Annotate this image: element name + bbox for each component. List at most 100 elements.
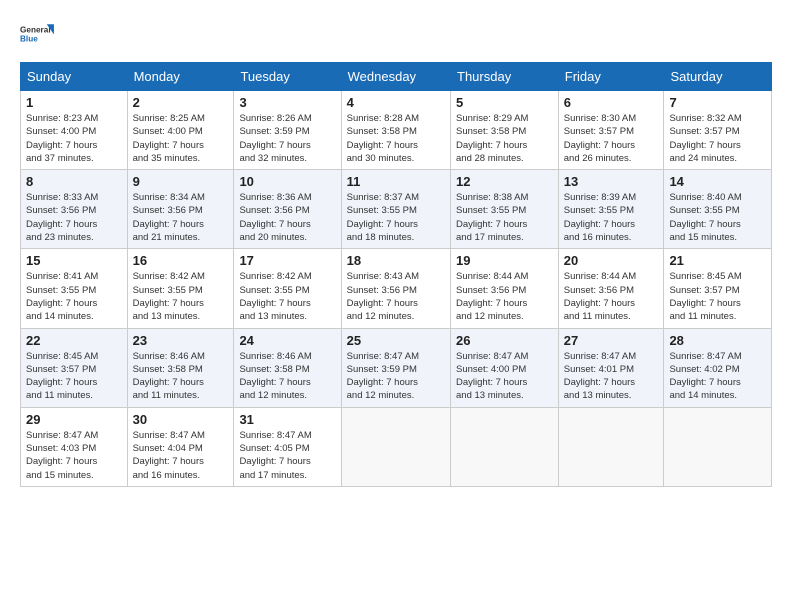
day-info: Sunrise: 8:47 AM Sunset: 4:01 PM Dayligh… (564, 350, 659, 403)
day-number: 29 (26, 412, 122, 427)
day-info: Sunrise: 8:29 AM Sunset: 3:58 PM Dayligh… (456, 112, 553, 165)
calendar-table: SundayMondayTuesdayWednesdayThursdayFrid… (20, 62, 772, 487)
calendar-cell: 24 Sunrise: 8:46 AM Sunset: 3:58 PM Dayli… (234, 328, 341, 407)
day-number: 26 (456, 333, 553, 348)
day-info: Sunrise: 8:28 AM Sunset: 3:58 PM Dayligh… (347, 112, 445, 165)
day-number: 2 (133, 95, 229, 110)
calendar-cell: 14 Sunrise: 8:40 AM Sunset: 3:55 PM Dayli… (664, 170, 772, 249)
day-number: 22 (26, 333, 122, 348)
day-number: 9 (133, 174, 229, 189)
day-info: Sunrise: 8:47 AM Sunset: 4:05 PM Dayligh… (239, 429, 335, 482)
day-info: Sunrise: 8:44 AM Sunset: 3:56 PM Dayligh… (564, 270, 659, 323)
day-info: Sunrise: 8:37 AM Sunset: 3:55 PM Dayligh… (347, 191, 445, 244)
day-number: 21 (669, 253, 766, 268)
day-info: Sunrise: 8:40 AM Sunset: 3:55 PM Dayligh… (669, 191, 766, 244)
calendar-cell: 15 Sunrise: 8:41 AM Sunset: 3:55 PM Dayli… (21, 249, 128, 328)
day-info: Sunrise: 8:45 AM Sunset: 3:57 PM Dayligh… (669, 270, 766, 323)
calendar-cell: 2 Sunrise: 8:25 AM Sunset: 4:00 PM Daylig… (127, 91, 234, 170)
calendar-cell (664, 407, 772, 486)
header: GeneralBlue (20, 16, 772, 52)
day-info: Sunrise: 8:36 AM Sunset: 3:56 PM Dayligh… (239, 191, 335, 244)
day-number: 24 (239, 333, 335, 348)
calendar-dow-monday: Monday (127, 63, 234, 91)
calendar-cell: 22 Sunrise: 8:45 AM Sunset: 3:57 PM Dayli… (21, 328, 128, 407)
day-number: 27 (564, 333, 659, 348)
day-number: 17 (239, 253, 335, 268)
day-number: 19 (456, 253, 553, 268)
logo-icon: GeneralBlue (20, 16, 56, 52)
day-info: Sunrise: 8:38 AM Sunset: 3:55 PM Dayligh… (456, 191, 553, 244)
calendar-cell: 9Sunrise: 8:34 AM Sunset: 3:56 PM Daylig… (127, 170, 234, 249)
calendar-dow-friday: Friday (558, 63, 664, 91)
day-info: Sunrise: 8:46 AM Sunset: 3:58 PM Dayligh… (133, 350, 229, 403)
logo: GeneralBlue (20, 16, 56, 52)
calendar-cell: 18Sunrise: 8:43 AM Sunset: 3:56 PM Dayli… (341, 249, 450, 328)
day-number: 28 (669, 333, 766, 348)
calendar-cell: 6Sunrise: 8:30 AM Sunset: 3:57 PM Daylig… (558, 91, 664, 170)
day-number: 31 (239, 412, 335, 427)
calendar-cell: 27 Sunrise: 8:47 AM Sunset: 4:01 PM Dayli… (558, 328, 664, 407)
day-number: 15 (26, 253, 122, 268)
calendar-cell (558, 407, 664, 486)
day-number: 18 (347, 253, 445, 268)
svg-text:General: General (20, 25, 51, 34)
calendar-cell: 5 Sunrise: 8:29 AM Sunset: 3:58 PM Daylig… (451, 91, 559, 170)
day-number: 5 (456, 95, 553, 110)
day-number: 3 (239, 95, 335, 110)
day-number: 8 (26, 174, 122, 189)
day-info: Sunrise: 8:32 AM Sunset: 3:57 PM Dayligh… (669, 112, 766, 165)
day-number: 6 (564, 95, 659, 110)
page: GeneralBlue SundayMondayTuesdayWednesday… (0, 0, 792, 612)
calendar-cell: 19Sunrise: 8:44 AM Sunset: 3:56 PM Dayli… (451, 249, 559, 328)
day-info: Sunrise: 8:47 AM Sunset: 4:03 PM Dayligh… (26, 429, 122, 482)
calendar-week-2: 8 Sunrise: 8:33 AM Sunset: 3:56 PM Daylig… (21, 170, 772, 249)
day-info: Sunrise: 8:42 AM Sunset: 3:55 PM Dayligh… (133, 270, 229, 323)
calendar-week-5: 29 Sunrise: 8:47 AM Sunset: 4:03 PM Dayli… (21, 407, 772, 486)
day-number: 10 (239, 174, 335, 189)
calendar-week-3: 15 Sunrise: 8:41 AM Sunset: 3:55 PM Dayli… (21, 249, 772, 328)
calendar-dow-thursday: Thursday (451, 63, 559, 91)
day-info: Sunrise: 8:41 AM Sunset: 3:55 PM Dayligh… (26, 270, 122, 323)
calendar-cell: 12Sunrise: 8:38 AM Sunset: 3:55 PM Dayli… (451, 170, 559, 249)
day-number: 16 (133, 253, 229, 268)
day-number: 4 (347, 95, 445, 110)
calendar-cell: 23 Sunrise: 8:46 AM Sunset: 3:58 PM Dayli… (127, 328, 234, 407)
day-number: 30 (133, 412, 229, 427)
day-info: Sunrise: 8:47 AM Sunset: 4:00 PM Dayligh… (456, 350, 553, 403)
day-number: 25 (347, 333, 445, 348)
day-number: 11 (347, 174, 445, 189)
day-info: Sunrise: 8:39 AM Sunset: 3:55 PM Dayligh… (564, 191, 659, 244)
calendar-cell: 31 Sunrise: 8:47 AM Sunset: 4:05 PM Dayli… (234, 407, 341, 486)
calendar-dow-saturday: Saturday (664, 63, 772, 91)
calendar-header-row: SundayMondayTuesdayWednesdayThursdayFrid… (21, 63, 772, 91)
calendar-dow-sunday: Sunday (21, 63, 128, 91)
calendar-cell: 20 Sunrise: 8:44 AM Sunset: 3:56 PM Dayli… (558, 249, 664, 328)
calendar-week-1: 1Sunrise: 8:23 AM Sunset: 4:00 PM Daylig… (21, 91, 772, 170)
day-info: Sunrise: 8:25 AM Sunset: 4:00 PM Dayligh… (133, 112, 229, 165)
calendar-cell: 10 Sunrise: 8:36 AM Sunset: 3:56 PM Dayli… (234, 170, 341, 249)
day-number: 14 (669, 174, 766, 189)
day-info: Sunrise: 8:46 AM Sunset: 3:58 PM Dayligh… (239, 350, 335, 403)
calendar-cell: 11 Sunrise: 8:37 AM Sunset: 3:55 PM Dayli… (341, 170, 450, 249)
calendar-cell (451, 407, 559, 486)
day-info: Sunrise: 8:33 AM Sunset: 3:56 PM Dayligh… (26, 191, 122, 244)
calendar-cell: 7Sunrise: 8:32 AM Sunset: 3:57 PM Daylig… (664, 91, 772, 170)
calendar-cell: 3Sunrise: 8:26 AM Sunset: 3:59 PM Daylig… (234, 91, 341, 170)
day-info: Sunrise: 8:47 AM Sunset: 3:59 PM Dayligh… (347, 350, 445, 403)
calendar-cell (341, 407, 450, 486)
day-info: Sunrise: 8:45 AM Sunset: 3:57 PM Dayligh… (26, 350, 122, 403)
calendar-cell: 16 Sunrise: 8:42 AM Sunset: 3:55 PM Dayli… (127, 249, 234, 328)
day-info: Sunrise: 8:23 AM Sunset: 4:00 PM Dayligh… (26, 112, 122, 165)
day-info: Sunrise: 8:47 AM Sunset: 4:04 PM Dayligh… (133, 429, 229, 482)
calendar-dow-wednesday: Wednesday (341, 63, 450, 91)
day-number: 23 (133, 333, 229, 348)
day-number: 20 (564, 253, 659, 268)
calendar-cell: 17Sunrise: 8:42 AM Sunset: 3:55 PM Dayli… (234, 249, 341, 328)
calendar-cell: 25 Sunrise: 8:47 AM Sunset: 3:59 PM Dayli… (341, 328, 450, 407)
calendar-cell: 4 Sunrise: 8:28 AM Sunset: 3:58 PM Daylig… (341, 91, 450, 170)
calendar-cell: 1Sunrise: 8:23 AM Sunset: 4:00 PM Daylig… (21, 91, 128, 170)
calendar-cell: 29 Sunrise: 8:47 AM Sunset: 4:03 PM Dayli… (21, 407, 128, 486)
calendar-cell: 21 Sunrise: 8:45 AM Sunset: 3:57 PM Dayli… (664, 249, 772, 328)
day-info: Sunrise: 8:47 AM Sunset: 4:02 PM Dayligh… (669, 350, 766, 403)
calendar-cell: 26 Sunrise: 8:47 AM Sunset: 4:00 PM Dayli… (451, 328, 559, 407)
